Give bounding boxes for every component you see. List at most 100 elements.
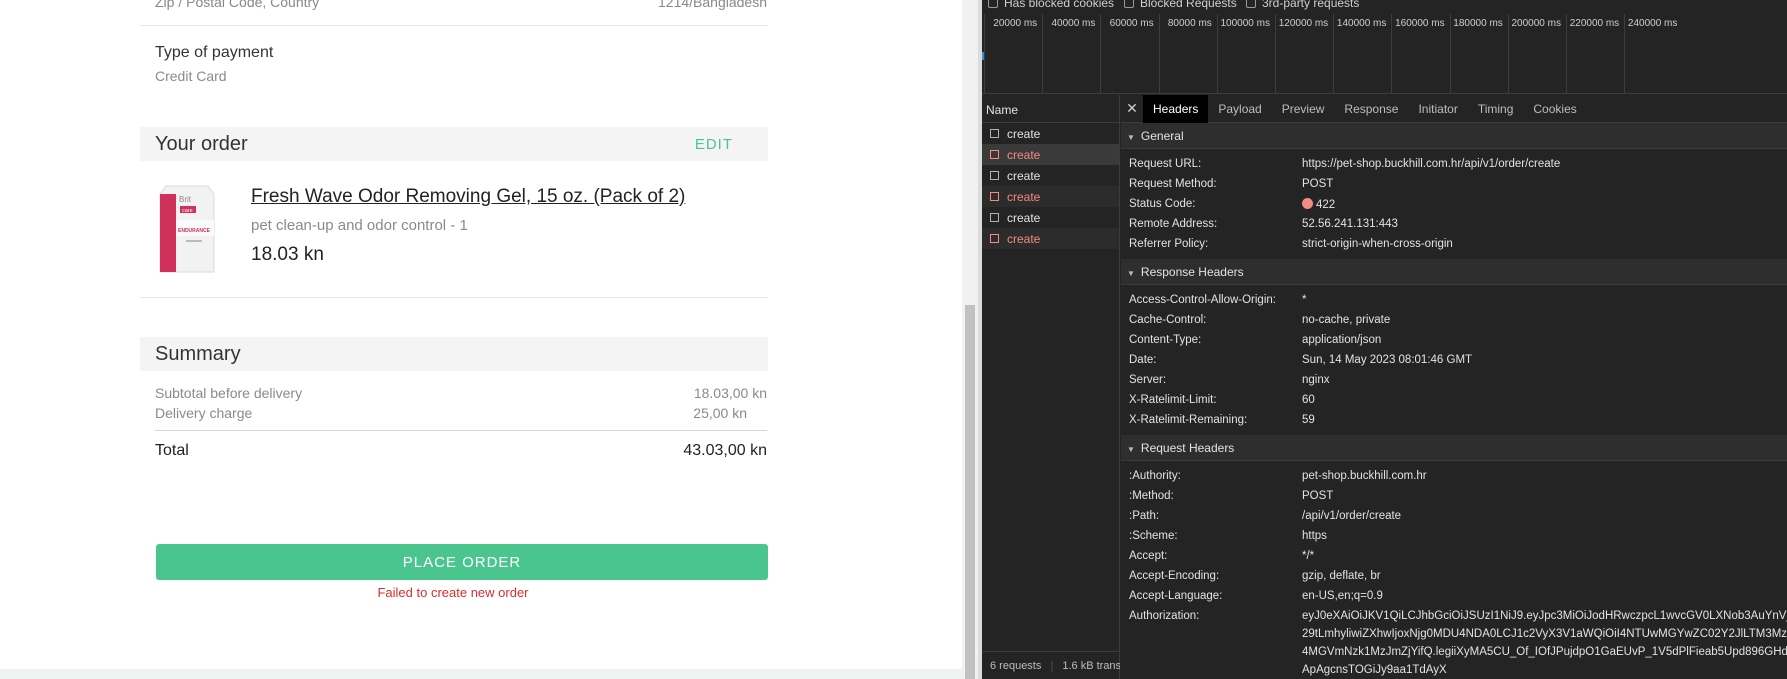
header-key: Accept-Encoding: [1129,570,1220,582]
product-name-link[interactable]: Fresh Wave Odor Removing Gel, 15 oz. (Pa… [251,186,685,208]
order-section-title: Your order [155,133,248,155]
subtotal-row: Subtotal before delivery 18.03,00 kn [155,385,767,401]
timeline-label: 240000 ms [1627,18,1678,29]
header-row: Status Code: 422 [1121,195,1787,215]
postal-value: 1214/Bangladesh [658,0,767,10]
summary-title: Summary [155,343,241,365]
header-value: nginx [1302,374,1330,386]
request-row[interactable]: create [982,144,1119,165]
header-key: Request Method: [1129,178,1217,190]
timeline-label: 160000 ms [1395,18,1445,29]
header-value: en-US,en;q=0.9 [1302,590,1383,602]
tab-response[interactable]: Response [1334,95,1408,123]
request-row[interactable]: create [982,186,1119,207]
header-row: Accept-Encoding: gzip, deflate, br [1121,567,1787,587]
tab-cookies[interactable]: Cookies [1523,95,1586,123]
general-section-toggle[interactable]: ▼ General [1121,123,1787,149]
request-row[interactable]: create [982,123,1119,144]
timeline-label: 20000 ms [993,18,1038,29]
header-row: Date: Sun, 14 May 2023 08:01:46 GMT [1121,351,1787,371]
product-image[interactable]: Brit care ENDURANCE [156,180,218,274]
page-scrollbar[interactable] [962,0,978,679]
header-key: Accept: [1129,550,1168,562]
checkbox[interactable] [1246,0,1256,8]
postal-label: Zip / Postal Code, Country [155,0,320,10]
header-key: :Path: [1129,510,1160,522]
response-headers-section: Access-Control-Allow-Origin: * Cache-Contr… [1121,285,1787,435]
authorization-token-line: ApAgcnsTOGiJy9aa1TdAyX [1302,664,1447,676]
product-image-brand: Brit [179,195,192,204]
header-row: Content-Type: application/json [1121,331,1787,351]
tab-headers[interactable]: Headers [1143,94,1209,123]
header-value: */* [1302,550,1315,562]
request-row[interactable]: create [982,228,1119,249]
request-headers-toggle[interactable]: ▼ Request Headers [1121,435,1787,461]
header-row: Request Method: POST [1121,175,1787,195]
header-value: 52.56.241.131:443 [1302,218,1398,230]
place-order-button[interactable]: PLACE ORDER [156,544,768,580]
delivery-label: Delivery charge [155,405,253,421]
header-key: Status Code: [1129,198,1196,210]
edit-order-button[interactable]: EDIT [695,136,733,153]
header-key: X-Ratelimit-Remaining: [1129,414,1248,426]
request-name: create [1007,210,1041,225]
transferred-size: 1.6 kB transferred [1062,660,1120,672]
header-value: application/json [1302,334,1382,346]
close-icon[interactable]: ✕ [1121,100,1143,117]
tab-payload[interactable]: Payload [1208,95,1271,123]
header-key: Request URL: [1129,158,1202,170]
tab-initiator[interactable]: Initiator [1408,95,1467,123]
header-key: :Authority: [1129,470,1181,482]
payment-type-title: Type of payment [155,44,274,61]
tab-preview[interactable]: Preview [1272,95,1335,123]
product-price: 18.03 kn [251,244,324,265]
timeline-column: 80000 ms [1158,14,1217,94]
request-headers-section: :Authority: pet-shop.buckhill.com.hr:Meth… [1121,461,1787,676]
general-section: Request URL: https://pet-shop.buckhill.co… [1121,149,1787,259]
timeline-label: 200000 ms [1511,18,1561,29]
subtotal-label: Subtotal before delivery [155,385,303,401]
checkout-page: Zip / Postal Code, Country 1214/Banglade… [0,0,978,679]
request-name: create [1007,126,1041,141]
response-headers-toggle[interactable]: ▼ Response Headers [1121,259,1787,285]
checkbox[interactable] [1124,0,1134,8]
authorization-token-line: eyJ0eXAiOiJKV1QiLCJhbGciOiJSUzI1NiJ9.eyJ… [1302,610,1787,622]
checkbox[interactable] [988,0,998,8]
header-row: Accept: */* [1121,547,1787,567]
order-section-header: Your order EDIT [140,127,768,161]
summary-section-header: Summary [140,337,768,371]
total-row: Total 43.03,00 kn [155,442,767,460]
scrollbar-thumb[interactable] [965,305,975,679]
payment-type-value: Credit Card [155,68,227,84]
request-type-icon [990,150,999,159]
timeline-column: 100000 ms [1216,14,1275,94]
network-filters: Has blocked cookies Blocked Requests 3rd… [982,0,1787,10]
timeline-column: 240000 ms [1624,14,1682,94]
filter-label: Has blocked cookies [1004,0,1115,10]
header-row: Accept-Language: en-US,en;q=0.9 [1121,587,1787,607]
header-row: Server: nginx [1121,371,1787,391]
header-value: no-cache, private [1302,314,1391,326]
request-row[interactable]: create [982,207,1119,228]
filter-blocked-requests[interactable]: Blocked Requests [1124,0,1237,10]
network-timeline[interactable]: 20000 ms 40000 ms 60000 ms 80000 ms 100000 m… [982,14,1787,94]
status-error-icon [1302,198,1313,209]
request-row[interactable]: create [982,165,1119,186]
filter-has-blocked-cookies[interactable]: Has blocked cookies [988,0,1114,10]
header-key: Accept-Language: [1129,590,1223,602]
header-row: :Authority: pet-shop.buckhill.com.hr [1121,467,1787,487]
request-count: 6 requests [990,660,1042,672]
header-value: strict-origin-when-cross-origin [1302,238,1453,250]
timeline-column: 200000 ms [1507,14,1566,94]
network-status-bar: 6 requests | 1.6 kB transferred [982,651,1120,679]
request-type-icon [990,129,999,138]
tab-timing[interactable]: Timing [1468,95,1524,123]
request-type-icon [990,192,999,201]
name-column-header[interactable]: Name [982,95,1119,123]
product-description: pet clean-up and odor control - 1 [251,217,468,234]
divider [140,297,768,298]
header-row: :Method: POST [1121,487,1787,507]
section-title: General [1140,129,1184,143]
header-value: * [1302,294,1307,306]
filter-third-party-requests[interactable]: 3rd-party requests [1246,0,1359,10]
